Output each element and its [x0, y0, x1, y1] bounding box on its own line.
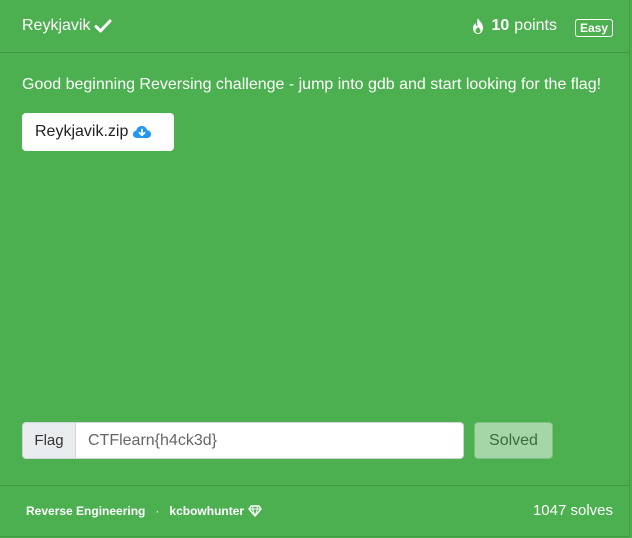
fire-icon: [472, 18, 483, 34]
diamond-icon: [248, 505, 262, 517]
file-name: Reykjavik.zip: [35, 123, 129, 140]
difficulty-badge: Easy: [574, 19, 613, 37]
flag-label: Flag: [22, 422, 76, 459]
solves-count: 1047 solves: [532, 502, 613, 519]
points-value: 10: [491, 17, 510, 34]
separator-dot: ·: [155, 504, 160, 518]
challenge-description: Good beginning Reversing challenge - jum…: [22, 76, 602, 93]
flag-input-group: Flag CTFlearn{h4ck3d}: [22, 422, 464, 459]
points-label: points: [514, 17, 557, 34]
footer-meta: Reverse Engineering · kcbowhunter: [26, 504, 262, 518]
challenge-card: Reykjavik 10 points Easy Good beginning …: [0, 0, 630, 537]
solved-button[interactable]: Solved: [474, 422, 553, 459]
challenge-title: Reykjavik: [22, 17, 112, 35]
author-link[interactable]: kcbowhunter: [169, 504, 244, 518]
challenge-title-text: Reykjavik: [22, 17, 91, 34]
check-icon: [94, 19, 112, 33]
download-file-button[interactable]: Reykjavik.zip: [22, 113, 174, 151]
category-link[interactable]: Reverse Engineering: [26, 504, 145, 518]
card-footer: Reverse Engineering · kcbowhunter 1047 s…: [0, 485, 629, 536]
cloud-download-icon: [133, 126, 152, 138]
flag-input[interactable]: CTFlearn{h4ck3d}: [76, 422, 464, 459]
points-display: 10 points: [470, 17, 557, 35]
card-header: Reykjavik 10 points Easy: [0, 0, 629, 53]
